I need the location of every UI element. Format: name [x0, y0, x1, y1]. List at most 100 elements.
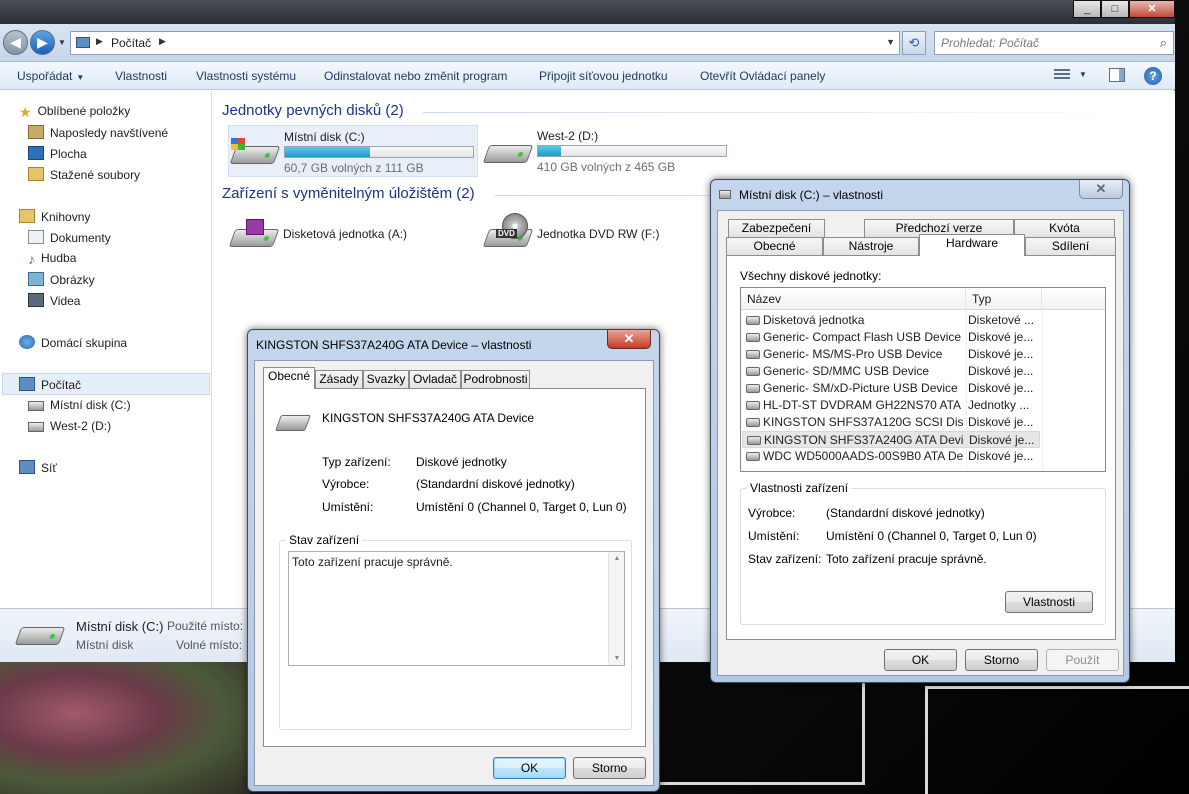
device-name: WDC WD5000AADS-00S9B0 ATA Dev...	[763, 449, 963, 463]
libraries-icon	[19, 209, 35, 223]
list-item[interactable]: Generic- SM/xD-Picture USB Device Diskové…	[742, 380, 1104, 397]
nav-label: Stažené soubory	[50, 168, 141, 182]
cancel-button[interactable]: Storno	[573, 757, 646, 779]
preview-pane-icon[interactable]	[1109, 68, 1125, 82]
nav-desktop[interactable]: Plocha	[28, 146, 87, 161]
drive-tile-c[interactable]: Místní disk (C:) 60,7 GB volných z 111 G…	[228, 125, 478, 177]
downloads-folder-icon	[28, 167, 44, 181]
list-item[interactable]: Disketová jednotka Disketové ...	[742, 312, 1104, 329]
nav-downloads[interactable]: Stažené soubory	[28, 167, 140, 182]
device-name: KINGSTON SHFS37A240G ATA Device	[764, 433, 964, 447]
tab-general[interactable]: Obecné	[263, 367, 315, 389]
tab-tools[interactable]: Nástroje	[823, 237, 919, 256]
general-tab-page: KINGSTON SHFS37A240G ATA Device Typ zaří…	[263, 388, 646, 747]
nav-favorites[interactable]: ★ Oblíbené položky	[19, 104, 130, 120]
search-icon[interactable]: ⌕	[1160, 35, 1167, 51]
list-item[interactable]: WDC WD5000AADS-00S9B0 ATA Dev... Diskové …	[742, 448, 1104, 465]
group-title: Vlastnosti zařízení	[747, 481, 852, 495]
device-properties-button[interactable]: Vlastnosti	[1005, 591, 1093, 613]
organize-button[interactable]: Uspořádat ▼	[17, 69, 84, 83]
tab-hardware[interactable]: Hardware	[919, 234, 1025, 256]
list-item[interactable]: Generic- Compact Flash USB Device Diskové…	[742, 329, 1104, 346]
apply-button[interactable]: Použít	[1046, 649, 1119, 671]
scroll-down-icon[interactable]: ▼	[609, 655, 625, 662]
control-panel-button[interactable]: Otevřít Ovládací panely	[700, 69, 825, 83]
hard-drive-icon	[719, 190, 731, 199]
list-item[interactable]: Generic- MS/MS-Pro USB Device Diskové je.…	[742, 346, 1104, 363]
network-icon	[19, 460, 35, 474]
close-button[interactable]: ✕	[1079, 180, 1123, 199]
nav-drive-d[interactable]: West-2 (D:)	[28, 419, 111, 433]
drive-tile-d[interactable]: West-2 (D:) 410 GB volných z 465 GB	[482, 125, 732, 177]
device-list[interactable]: Název Typ Disketová jednotka Disketové ..…	[740, 287, 1106, 472]
close-button[interactable]: ✕	[1129, 0, 1175, 18]
nav-documents[interactable]: Dokumenty	[28, 230, 111, 245]
recent-pages-dropdown-icon[interactable]: ▼	[58, 38, 66, 47]
list-item[interactable]: KINGSTON SHFS37A240G ATA Device Diskové j…	[742, 431, 1040, 448]
search-input[interactable]	[935, 32, 1145, 54]
computer-icon	[76, 37, 90, 48]
drive-name: Disketová jednotka (A:)	[283, 227, 408, 241]
breadcrumb[interactable]: Počítač	[111, 36, 151, 50]
column-name[interactable]: Název	[741, 288, 966, 310]
address-bar[interactable]: ▶ Počítač ▶ ▼	[70, 31, 900, 55]
view-options-icon[interactable]	[1054, 67, 1070, 85]
device-name: HL-DT-ST DVDRAM GH22NS70 ATA ...	[763, 398, 963, 412]
chevron-right-icon[interactable]: ▶	[159, 36, 166, 47]
desktop-icon	[28, 146, 44, 160]
ok-button[interactable]: OK	[884, 649, 957, 671]
map-drive-button[interactable]: Připojit síťovou jednotku	[539, 69, 668, 83]
tab-driver[interactable]: Ovladač	[409, 370, 461, 389]
nav-drive-c[interactable]: Místní disk (C:)	[28, 398, 131, 412]
tab-general[interactable]: Obecné	[726, 237, 823, 256]
nav-libraries[interactable]: Knihovny	[19, 209, 90, 224]
properties-button[interactable]: Vlastnosti	[115, 69, 167, 83]
uninstall-button[interactable]: Odinstalovat nebo změnit program	[324, 69, 507, 83]
column-type[interactable]: Typ	[966, 288, 1042, 310]
prop-value: (Standardní diskové jednotky)	[826, 506, 985, 520]
wallpaper-line	[925, 686, 1189, 689]
drive-usage-fill	[285, 147, 370, 157]
list-item[interactable]: HL-DT-ST DVDRAM GH22NS70 ATA ... Jednotky…	[742, 397, 1104, 414]
system-properties-button[interactable]: Vlastnosti systému	[196, 69, 296, 83]
prop-value: Umístění 0 (Channel 0, Target 0, Lun 0)	[416, 500, 627, 514]
dialog-title: Místní disk (C:) – vlastnosti	[739, 188, 884, 202]
nav-network[interactable]: Síť	[19, 460, 57, 475]
chevron-down-icon[interactable]: ▼	[886, 37, 895, 47]
nav-homegroup[interactable]: Domácí skupina	[19, 335, 127, 350]
list-item[interactable]: KINGSTON SHFS37A120G SCSI Disk ... Diskov…	[742, 414, 1104, 431]
drive-tile-a[interactable]: Disketová jednotka (A:)	[228, 209, 478, 261]
list-item[interactable]: Generic- SD/MMC USB Device Diskové je...	[742, 363, 1104, 380]
forward-button[interactable]: ▶	[30, 30, 55, 55]
chevron-right-icon[interactable]: ▶	[96, 36, 103, 47]
nav-computer[interactable]: Počítač	[19, 377, 81, 392]
help-icon[interactable]: ?	[1144, 67, 1162, 85]
nav-music[interactable]: ♪ Hudba	[28, 251, 76, 267]
tab-details[interactable]: Podrobnosti	[461, 370, 530, 389]
group-removable[interactable]: Zařízení s vyměnitelným úložištěm (2)	[222, 185, 475, 202]
maximize-button[interactable]: □	[1101, 0, 1129, 18]
tab-policies[interactable]: Zásady	[315, 370, 363, 389]
tab-sharing[interactable]: Sdílení	[1025, 237, 1116, 256]
device-status-text[interactable]: Toto zařízení pracuje správně. ▲ ▼	[288, 551, 625, 666]
homegroup-icon	[19, 335, 35, 349]
close-button[interactable]: ✕	[607, 330, 651, 349]
tab-volumes[interactable]: Svazky	[363, 370, 409, 389]
group-hard-drives[interactable]: Jednotky pevných disků (2)	[222, 102, 404, 119]
chevron-down-icon[interactable]: ▼	[1079, 70, 1087, 79]
refresh-button[interactable]: ⟲	[902, 31, 926, 55]
scroll-up-icon[interactable]: ▲	[609, 555, 625, 562]
nav-pictures[interactable]: Obrázky	[28, 272, 95, 287]
nav-label: Videa	[50, 294, 81, 308]
tab-quota[interactable]: Kvóta	[1014, 219, 1115, 238]
tab-security[interactable]: Zabezpečení	[728, 219, 825, 238]
nav-videos[interactable]: Videa	[28, 293, 80, 308]
back-button[interactable]: ◀	[3, 30, 28, 55]
nav-label: Síť	[41, 461, 57, 475]
nav-recent[interactable]: Naposledy navštívené	[28, 125, 168, 140]
cancel-button[interactable]: Storno	[965, 649, 1038, 671]
drive-tile-f[interactable]: DVD Jednotka DVD RW (F:)	[482, 209, 732, 261]
ok-button[interactable]: OK	[493, 757, 566, 779]
minimize-button[interactable]: _	[1073, 0, 1101, 18]
vertical-scrollbar[interactable]: ▲ ▼	[608, 552, 624, 665]
